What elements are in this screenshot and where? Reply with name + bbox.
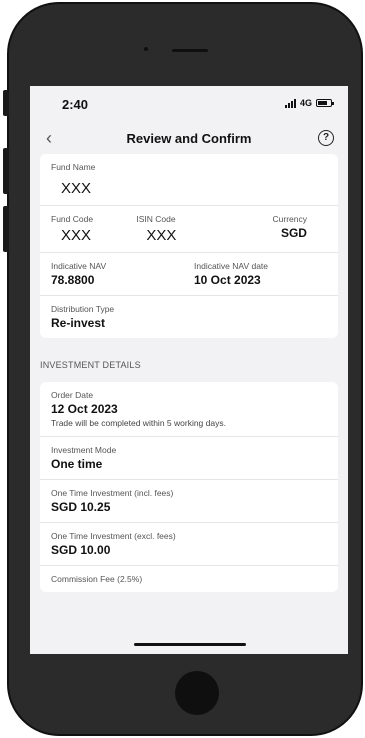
order-note: Trade will be completed within 5 working… [51, 418, 226, 428]
indicative-nav-value: 78.8800 [51, 273, 95, 287]
distribution-row: Distribution Type Re-invest [40, 296, 338, 338]
volume-up-button [3, 148, 9, 194]
phone-screen: 2:40 4G ‹ Review and Confirm ? Fund Name… [30, 86, 348, 654]
fund-details-card: Fund Name XXX Fund Code XXX ISIN Code XX… [40, 154, 338, 338]
nav-bar: ‹ Review and Confirm ? [30, 122, 348, 154]
investment-mode-row: Investment Mode One time [40, 437, 338, 480]
currency-value: SGD [280, 226, 307, 240]
bottom-bar [30, 618, 348, 654]
investment-details-header: INVESTMENT DETAILS [40, 360, 141, 370]
home-button[interactable] [175, 671, 219, 715]
signal-icon [284, 98, 296, 108]
volume-down-button [3, 206, 9, 252]
nav-row: Indicative NAV 78.8800 Indicative NAV da… [40, 253, 338, 296]
battery-icon [316, 99, 334, 107]
fund-codes-row: Fund Code XXX ISIN Code XXX Currency SGD [40, 206, 338, 253]
currency-label: Currency [272, 214, 307, 224]
fund-name-label: Fund Name [51, 162, 96, 172]
incl-fees-value: SGD 10.25 [51, 500, 111, 514]
fund-code-value: XXX [61, 227, 92, 244]
excl-fees-row: One Time Investment (excl. fees) SGD 10.… [40, 523, 338, 566]
commission-fee-label: Commission Fee (2.5%) [51, 574, 143, 584]
investment-mode-value: One time [51, 457, 103, 471]
commission-row: Commission Fee (2.5%) [40, 566, 338, 592]
status-time: 2:40 [62, 97, 89, 112]
status-bar: 2:40 4G [30, 86, 348, 122]
nav-date-value: 10 Oct 2023 [194, 273, 261, 287]
speaker-grille [172, 49, 208, 52]
isin-code-value: XXX [146, 227, 177, 244]
excl-fees-label: One Time Investment (excl. fees) [51, 531, 176, 541]
isin-code-label: ISIN Code [136, 214, 176, 224]
nav-date-label: Indicative NAV date [194, 261, 269, 271]
indicative-nav-label: Indicative NAV [51, 261, 107, 271]
distribution-type-label: Distribution Type [51, 304, 115, 314]
incl-fees-label: One Time Investment (incl. fees) [51, 488, 174, 498]
page-title: Review and Confirm [126, 131, 252, 146]
order-date-label: Order Date [51, 390, 94, 400]
fund-name-row: Fund Name XXX [40, 154, 338, 206]
fund-code-label: Fund Code [51, 214, 94, 224]
mute-switch [3, 90, 9, 116]
order-date-row: Order Date 12 Oct 2023 Trade will be com… [40, 382, 338, 437]
incl-fees-row: One Time Investment (incl. fees) SGD 10.… [40, 480, 338, 523]
camera-dot [144, 47, 148, 51]
status-indicators: 4G [284, 98, 334, 108]
order-date-value: 12 Oct 2023 [51, 402, 118, 416]
home-indicator[interactable] [134, 643, 246, 646]
investment-details-card: Order Date 12 Oct 2023 Trade will be com… [40, 382, 338, 592]
distribution-type-value: Re-invest [51, 316, 106, 330]
help-icon[interactable]: ? [318, 130, 334, 146]
investment-mode-label: Investment Mode [51, 445, 117, 455]
network-type: 4G [299, 98, 312, 108]
excl-fees-value: SGD 10.00 [51, 543, 111, 557]
fund-name-value: XXX [61, 180, 92, 197]
